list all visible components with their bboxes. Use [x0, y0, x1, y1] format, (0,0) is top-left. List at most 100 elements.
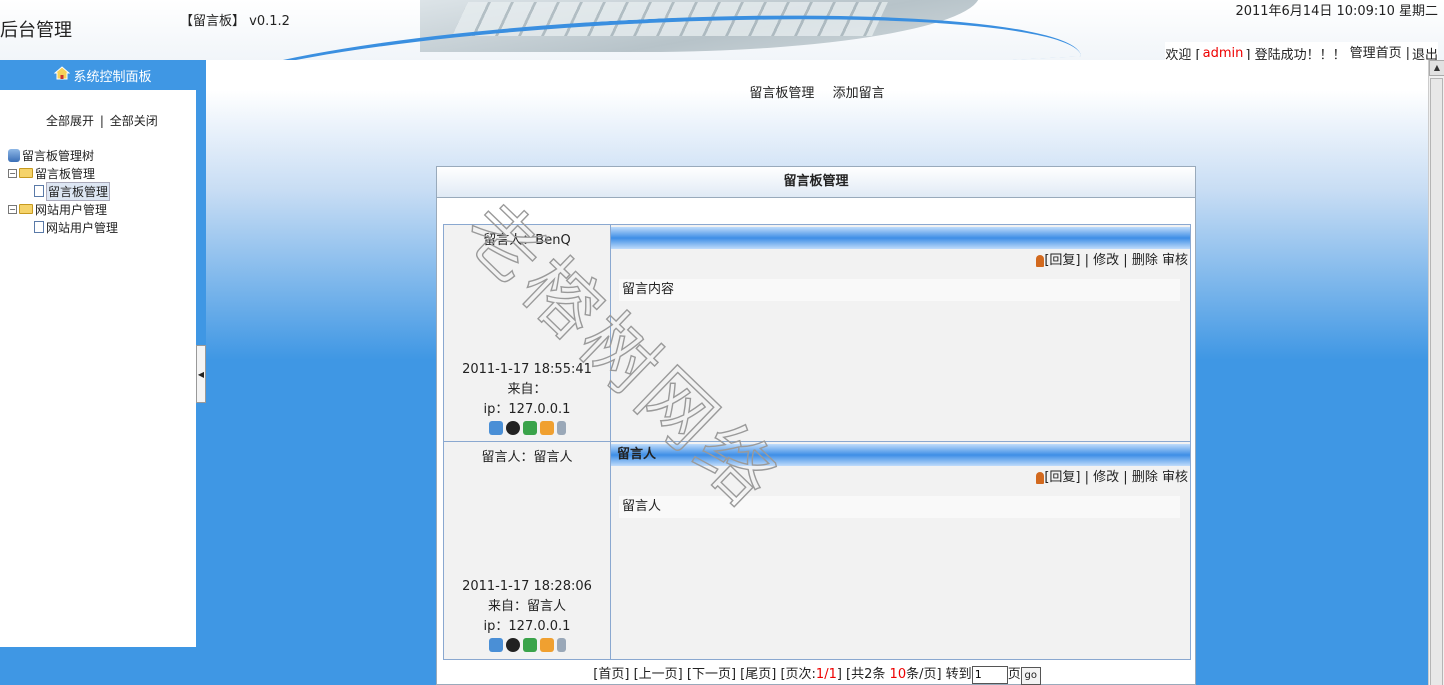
action-separator: |	[1123, 253, 1128, 268]
edit-link[interactable]: 修改	[1093, 470, 1119, 485]
phone-icon[interactable]	[556, 638, 566, 652]
collapse-all-link[interactable]: 全部关闭	[110, 114, 158, 128]
message-details: 2011-1-17 18:28:06 来自：留言人 ip：127.0.0.1	[444, 577, 610, 652]
pagination: [首页] [上一页] [下一页] [尾页] [页次:1/1] [共2条 10条/…	[437, 663, 1197, 685]
message-from: 来自：留言人	[487, 599, 566, 614]
collapse-box-icon[interactable]: −	[8, 204, 17, 214]
pager-page-label: [页次:	[780, 667, 816, 682]
nav-home-link[interactable]: 管理首页	[1348, 42, 1404, 60]
pager-per-page-suffix: 条/页] 转到	[906, 667, 972, 682]
folder-icon	[19, 204, 33, 214]
msn-icon[interactable]	[522, 421, 537, 435]
sidebar-collapse-toggle[interactable]: ◀	[196, 345, 206, 403]
pager-goto-input[interactable]	[971, 665, 1008, 684]
topnav-add-link[interactable]: 添加留言	[833, 86, 885, 101]
pager-per-page: 10	[889, 667, 907, 682]
nav-separator: |	[1405, 45, 1410, 61]
delete-link[interactable]: 删除	[1132, 470, 1158, 485]
message-actions: [回复] | 修改 | 删除 审核	[611, 468, 1190, 490]
msn-icon[interactable]	[522, 638, 537, 652]
message-details: 2011-1-17 18:55:41 来自： ip：127.0.0.1	[444, 360, 610, 435]
pager-first-link[interactable]: [首页]	[593, 667, 629, 682]
pager-page-value: 1/1	[815, 667, 837, 682]
pager-total-label: ] [共2条	[836, 667, 886, 682]
delete-link[interactable]: 删除	[1132, 253, 1158, 268]
email-icon[interactable]	[488, 638, 503, 652]
vertical-scrollbar[interactable]: ▲	[1428, 60, 1444, 685]
message-meta: 留言人：BenQ 2011-1-17 18:55:41 来自： ip：127.0…	[444, 225, 611, 441]
homepage-icon[interactable]	[539, 421, 554, 435]
message-author: 留言人：BenQ	[483, 233, 571, 248]
welcome-prefix: 欢迎 [	[1165, 47, 1201, 61]
pager-go-button[interactable]: go	[1020, 667, 1041, 685]
edit-link[interactable]: 修改	[1093, 253, 1119, 268]
message-meta: 留言人：留言人 2011-1-17 18:28:06 来自：留言人 ip：127…	[444, 442, 611, 659]
app-header: 后台管理 【留言板】 v0.1.2 2011年6月14日 10:09:10 星期…	[0, 0, 1444, 60]
homepage-icon[interactable]	[539, 638, 554, 652]
message-row: 留言人：留言人 2011-1-17 18:28:06 来自：留言人 ip：127…	[443, 442, 1191, 660]
message-ip: ip：127.0.0.1	[483, 402, 571, 417]
message-from: 来自：	[507, 382, 547, 397]
app-version: 【留言板】 v0.1.2	[180, 14, 290, 29]
message-time: 2011-1-17 18:28:06	[462, 579, 592, 594]
pager-page-suffix: 页	[1007, 667, 1021, 682]
message-content: 留言人	[619, 496, 1180, 518]
phone-icon[interactable]	[556, 421, 566, 435]
home-icon	[54, 66, 71, 84]
action-separator: |	[1084, 470, 1089, 485]
audit-link[interactable]: 审核	[1162, 253, 1188, 268]
reply-link[interactable]: [回复]	[1044, 253, 1080, 268]
message-author: 留言人：留言人	[481, 450, 573, 465]
audit-link[interactable]: 审核	[1162, 470, 1188, 485]
message-body: 留言人 [回复] | 修改 | 删除 审核 留言人	[611, 442, 1190, 659]
tree-item-label: 留言板管理	[46, 181, 111, 201]
sidebar-panel: 全部展开 | 全部关闭 留言板管理树 − 留言板管理 留言板管理 − 网站用户管…	[0, 90, 196, 647]
tree-item-guestbook[interactable]: 留言板管理	[8, 181, 118, 201]
tree-item-users[interactable]: 网站用户管理	[8, 218, 118, 236]
action-separator: |	[1084, 253, 1089, 268]
app-title: 后台管理	[0, 20, 72, 41]
page-icon	[34, 221, 44, 233]
nav-logout-link[interactable]: 退出	[1412, 44, 1438, 61]
topnav-manage-link[interactable]: 留言板管理	[749, 86, 814, 101]
reply-link[interactable]: [回复]	[1044, 470, 1080, 485]
message-title-bar: 留言人	[611, 444, 1190, 466]
tree-root[interactable]: 留言板管理树	[8, 146, 118, 164]
tree-group-label: 留言板管理	[35, 166, 96, 181]
scroll-thumb[interactable]	[1430, 78, 1443, 685]
tree-root-label: 留言板管理树	[22, 148, 95, 163]
pager-last-link[interactable]: [尾页]	[740, 667, 776, 682]
action-separator: |	[1123, 470, 1128, 485]
expand-all-link[interactable]: 全部展开	[46, 114, 94, 128]
page-icon	[34, 185, 44, 197]
message-title-bar	[611, 227, 1190, 249]
database-icon	[8, 148, 20, 162]
folder-icon	[19, 168, 33, 178]
tree-item-label: 网站用户管理	[46, 220, 119, 235]
pager-prev-link[interactable]: [上一页]	[634, 667, 683, 682]
tree-group-users[interactable]: − 网站用户管理	[8, 200, 118, 218]
pager-next-link[interactable]: [下一页]	[687, 667, 736, 682]
sidebar-title: 系统控制面板	[73, 69, 152, 85]
scroll-up-icon[interactable]: ▲	[1429, 60, 1444, 76]
expand-separator: |	[99, 114, 104, 128]
welcome-suffix: ] 登陆成功！！！	[1245, 47, 1346, 61]
message-row: 留言人：BenQ 2011-1-17 18:55:41 来自： ip：127.0…	[443, 224, 1191, 442]
message-actions: [回复] | 修改 | 删除 审核	[611, 251, 1190, 273]
tree-group-guestbook[interactable]: − 留言板管理	[8, 164, 118, 182]
sidebar-header: 系统控制面板	[0, 60, 206, 90]
user-bar: 欢迎 [ admin ] 登陆成功！！！ 管理首页 | 退出	[1165, 42, 1438, 60]
message-content: 留言内容	[619, 279, 1180, 301]
message-body: [回复] | 修改 | 删除 审核 留言内容	[611, 225, 1190, 441]
nav-tree: 留言板管理树 − 留言板管理 留言板管理 − 网站用户管理 网站用户管理	[8, 146, 118, 236]
qq-icon[interactable]	[505, 421, 520, 435]
panel-title: 留言板管理	[437, 167, 1195, 198]
tree-group-label: 网站用户管理	[35, 202, 108, 217]
collapse-box-icon[interactable]: −	[8, 168, 17, 178]
email-icon[interactable]	[488, 421, 503, 435]
username: admin	[1202, 45, 1244, 61]
qq-icon[interactable]	[505, 638, 520, 652]
expand-controls: 全部展开 | 全部关闭	[46, 112, 158, 129]
current-datetime: 2011年6月14日 10:09:10 星期二	[1235, 4, 1438, 19]
message-time: 2011-1-17 18:55:41	[462, 362, 592, 377]
